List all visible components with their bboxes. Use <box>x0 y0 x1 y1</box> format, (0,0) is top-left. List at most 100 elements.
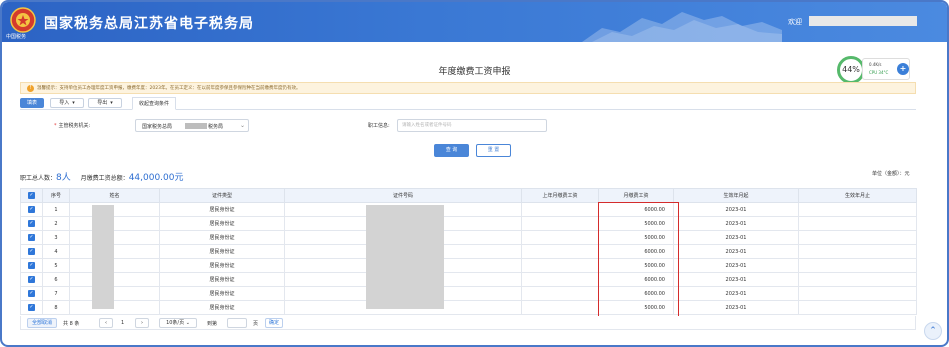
table-row[interactable]: ✓ 1 居民身份证 6000.00 2023-01 <box>20 202 917 217</box>
row-no: 2 <box>42 216 70 231</box>
row-id-type: 居民身份证 <box>159 286 285 301</box>
row-name-redacted <box>69 202 160 217</box>
checkbox-checked-icon[interactable]: ✓ <box>28 262 35 269</box>
table-row[interactable]: ✓ 8 居民身份证 5000.00 2023-01 <box>20 300 917 315</box>
wage-table: ✓ 序号 姓名 证件类型 证件号码 上年月缴费工资 月缴费工资 生效年月起 生效… <box>20 188 917 315</box>
perf-percent-badge[interactable]: 44% <box>837 56 865 84</box>
summary-bar: 职工总人数：8人 月缴费工资总额：44,000.00元 <box>20 170 184 183</box>
plus-icon[interactable]: + <box>897 63 909 75</box>
welcome-label: 欢迎 <box>788 18 802 26</box>
network-speed: 0.4K/s <box>869 62 882 67</box>
table-row[interactable]: ✓ 7 居民身份证 6000.00 2023-01 <box>20 286 917 301</box>
col-header-no: 序号 <box>42 188 70 203</box>
employee-info-input[interactable] <box>398 120 546 131</box>
checkbox-checked-icon[interactable]: ✓ <box>28 234 35 241</box>
row-end <box>798 230 917 245</box>
row-prev-wage <box>521 244 599 259</box>
checkbox-checked-icon[interactable]: ✓ <box>28 290 35 297</box>
perf-widget[interactable]: 0.4K/s CPU 34°C + <box>862 58 910 80</box>
row-prev-wage <box>521 272 599 287</box>
row-start: 2023-01 <box>673 230 799 245</box>
import-label: 导入 <box>59 100 70 106</box>
top-banner: 中国税务 国家税务总局江苏省电子税务局 欢迎 <box>2 2 947 42</box>
user-name-redacted <box>809 16 917 26</box>
import-dropdown[interactable]: 导入 <box>50 98 84 108</box>
tax-authority-value-suffix: 税务局 <box>208 124 224 130</box>
row-id-type: 居民身份证 <box>159 202 285 217</box>
row-id-type: 居民身份证 <box>159 300 285 315</box>
monthly-wage-total-label: 月缴费工资总额： <box>80 175 129 182</box>
table-row[interactable]: ✓ 6 居民身份证 6000.00 2023-01 <box>20 272 917 287</box>
row-id-type: 居民身份证 <box>159 258 285 273</box>
row-start: 2023-01 <box>673 286 799 301</box>
prev-page-button[interactable]: ‹ <box>99 318 113 328</box>
row-id-type: 居民身份证 <box>159 272 285 287</box>
query-button[interactable]: 查 询 <box>434 144 469 157</box>
row-checkbox-cell[interactable]: ✓ <box>20 272 43 287</box>
row-checkbox-cell[interactable]: ✓ <box>20 286 43 301</box>
row-id-type: 居民身份证 <box>159 216 285 231</box>
row-checkbox-cell[interactable]: ✓ <box>20 258 43 273</box>
checkbox-checked-icon[interactable]: ✓ <box>28 192 35 199</box>
row-no: 5 <box>42 258 70 273</box>
row-prev-wage <box>521 230 599 245</box>
collapse-query-tab[interactable]: 收起查询条件 <box>132 97 177 110</box>
chevron-down-icon: ⌄ <box>240 122 246 129</box>
row-end <box>798 272 917 287</box>
col-header-prev-wage: 上年月缴费工资 <box>521 188 599 203</box>
col-header-end: 生效年月止 <box>798 188 917 203</box>
scroll-to-top-icon[interactable]: ⌃ <box>924 322 942 340</box>
checkbox-checked-icon[interactable]: ✓ <box>28 276 35 283</box>
employee-info-field[interactable] <box>397 119 547 132</box>
toolbar: 填表 导入 导出 收起查询条件 <box>20 97 916 110</box>
col-header-id-number: 证件号码 <box>284 188 522 203</box>
row-no: 6 <box>42 272 70 287</box>
row-no: 3 <box>42 230 70 245</box>
next-page-button[interactable]: › <box>135 318 149 328</box>
wage-column-highlight <box>598 202 679 319</box>
row-name-redacted <box>69 300 160 315</box>
row-start: 2023-01 <box>673 244 799 259</box>
reset-button[interactable]: 重 置 <box>476 144 511 157</box>
deselect-all-button[interactable]: 全部取消 <box>27 318 57 328</box>
goto-page-input[interactable] <box>227 318 247 328</box>
row-checkbox-cell[interactable]: ✓ <box>20 230 43 245</box>
page-title: 年度缴费工资申报 <box>438 67 511 77</box>
table-row[interactable]: ✓ 2 居民身份证 5000.00 2023-01 <box>20 216 917 231</box>
tax-authority-select[interactable]: 国家税务总局 税务局 ⌄ <box>135 119 249 132</box>
select-all-cell[interactable]: ✓ <box>20 188 43 203</box>
table-row[interactable]: ✓ 4 居民身份证 6000.00 2023-01 <box>20 244 917 259</box>
checkbox-checked-icon[interactable]: ✓ <box>28 248 35 255</box>
table-row[interactable]: ✓ 5 居民身份证 5000.00 2023-01 <box>20 258 917 273</box>
chevron-down-icon: ⌄ <box>185 320 190 326</box>
row-checkbox-cell[interactable]: ✓ <box>20 300 43 315</box>
checkbox-checked-icon[interactable]: ✓ <box>28 304 35 311</box>
row-name-redacted <box>69 216 160 231</box>
col-header-wage: 月缴费工资 <box>598 188 674 203</box>
write-form-button[interactable]: 填表 <box>20 98 44 108</box>
goto-confirm-button[interactable]: 确定 <box>265 318 283 328</box>
id-numbers-redaction <box>366 205 444 309</box>
cpu-temperature: CPU 34°C <box>869 70 889 75</box>
app-title: 国家税务总局江苏省电子税务局 <box>44 16 254 32</box>
row-checkbox-cell[interactable]: ✓ <box>20 244 43 259</box>
export-dropdown[interactable]: 导出 <box>88 98 122 108</box>
row-checkbox-cell[interactable]: ✓ <box>20 216 43 231</box>
row-checkbox-cell[interactable]: ✓ <box>20 202 43 217</box>
tax-authority-label: * 主管税务机关: <box>54 123 91 129</box>
row-end <box>798 258 917 273</box>
checkbox-checked-icon[interactable]: ✓ <box>28 220 35 227</box>
col-header-name: 姓名 <box>69 188 160 203</box>
checkbox-checked-icon[interactable]: ✓ <box>28 206 35 213</box>
tax-authority-value-prefix: 国家税务总局 <box>142 124 173 130</box>
row-no: 1 <box>42 202 70 217</box>
current-page[interactable]: 1 <box>121 320 124 326</box>
hint-text: 温馨提示：支持单位员工办理年度工资申报，缴费年度：2023年。在员工定义：在以前… <box>37 86 301 91</box>
row-name-redacted <box>69 244 160 259</box>
row-end <box>798 202 917 217</box>
row-end <box>798 286 917 301</box>
row-start: 2023-01 <box>673 216 799 231</box>
page-size-select[interactable]: 10条/页 ⌄ <box>159 318 197 328</box>
page-size-value: 10条/页 <box>166 320 185 326</box>
table-row[interactable]: ✓ 3 居民身份证 5000.00 2023-01 <box>20 230 917 245</box>
